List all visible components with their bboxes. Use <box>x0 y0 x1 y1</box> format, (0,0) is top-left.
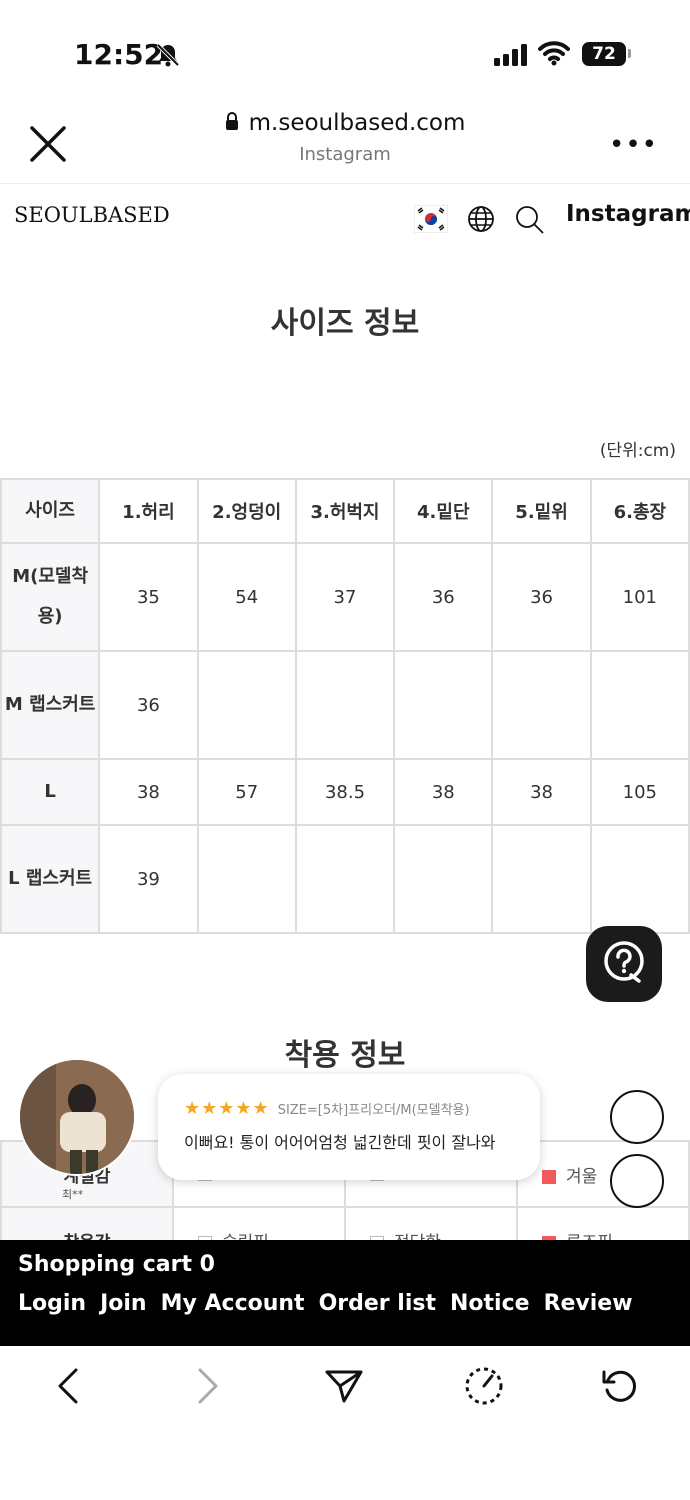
table-row: L 랩스커트 39 <box>0 824 690 934</box>
battery-tip <box>628 49 631 58</box>
site-header: SEOULBASED Instagram <box>0 185 690 253</box>
korean-flag-icon[interactable] <box>413 204 449 234</box>
browser-toolbar <box>0 1346 690 1426</box>
search-icon[interactable] <box>515 205 545 239</box>
reload-icon[interactable] <box>598 1364 642 1408</box>
lock-icon <box>225 110 239 136</box>
size-info-title: 사이즈 정보 <box>270 306 420 341</box>
review-link[interactable]: Review <box>544 1291 633 1316</box>
table-cell: 36 <box>393 542 494 652</box>
table-cell: L <box>0 758 101 826</box>
table-cell: 36 <box>491 542 592 652</box>
reviewer-avatar[interactable] <box>18 1058 136 1176</box>
battery-indicator: 72 <box>582 42 626 66</box>
table-cell <box>294 824 396 934</box>
table-header: 3.허벅지 <box>294 478 396 544</box>
table-cell: 38 <box>98 758 199 826</box>
table-cell <box>196 650 297 760</box>
checkbox-checked <box>542 1169 556 1184</box>
instagram-link[interactable]: Instagram <box>566 201 690 227</box>
table-header: 4.밑단 <box>393 478 494 544</box>
notice-link[interactable]: Notice <box>450 1291 530 1316</box>
table-cell: M(모델착용) <box>0 542 101 652</box>
table-cell: 101 <box>589 542 690 652</box>
table-row: M 랩스커트 36 <box>0 650 690 760</box>
address-bar[interactable]: m.seoulbased.com Instagram <box>0 110 690 165</box>
table-header-row: 사이즈 1.허리 2.엉덩이 3.허벅지 4.밑단 5.밑위 6.총장 <box>0 478 690 544</box>
login-link[interactable]: Login <box>18 1291 86 1316</box>
globe-icon[interactable] <box>467 205 495 237</box>
table-cell: 35 <box>98 542 199 652</box>
shopping-cart-link[interactable]: Shopping cart 0 <box>18 1252 672 1277</box>
status-time: 12:52 <box>74 38 164 71</box>
order-list-link[interactable]: Order list <box>319 1291 436 1316</box>
table-cell <box>196 824 297 934</box>
table-cell: 37 <box>294 542 396 652</box>
table-cell <box>491 824 592 934</box>
back-arrow-icon[interactable] <box>46 1364 90 1408</box>
table-header: 6.총장 <box>589 478 690 544</box>
floating-circle-button[interactable] <box>610 1154 664 1208</box>
help-chat-button[interactable] <box>586 926 662 1002</box>
table-header: 2.엉덩이 <box>196 478 297 544</box>
table-cell: M 랩스커트 <box>0 650 101 760</box>
review-popup[interactable]: ★★★★★ SIZE=[5차]프리오더/M(모델착용) 이뻐요! 통이 어어어엄… <box>158 1074 540 1180</box>
table-cell <box>393 824 494 934</box>
table-cell <box>393 650 494 760</box>
table-row: L 38 57 38.5 38 38 105 <box>0 758 690 826</box>
table-header: 1.허리 <box>98 478 199 544</box>
table-cell <box>589 824 690 934</box>
table-header: 사이즈 <box>0 478 101 544</box>
table-cell <box>294 650 396 760</box>
table-cell: 57 <box>196 758 297 826</box>
season-label: 겨울 <box>566 1166 598 1187</box>
table-cell: L 랩스커트 <box>0 824 101 934</box>
table-cell: 54 <box>196 542 297 652</box>
floating-circle-button[interactable] <box>610 1090 664 1144</box>
browser-header: m.seoulbased.com Instagram ••• <box>0 100 690 184</box>
share-send-icon[interactable] <box>322 1364 366 1408</box>
wifi-icon <box>538 40 570 70</box>
reviewer-name: 최** <box>62 1188 84 1201</box>
question-icon <box>601 939 647 989</box>
table-cell <box>589 650 690 760</box>
unit-label: (단위:cm) <box>599 441 676 461</box>
size-table: 사이즈 1.허리 2.엉덩이 3.허벅지 4.밑단 5.밑위 6.총장 M(모델… <box>0 478 690 934</box>
site-logo[interactable]: SEOULBASED <box>14 203 170 227</box>
timer-icon[interactable] <box>462 1364 506 1408</box>
table-cell: 39 <box>98 824 199 934</box>
table-cell <box>491 650 592 760</box>
my-account-link[interactable]: My Account <box>161 1291 305 1316</box>
forward-arrow-icon[interactable] <box>186 1364 230 1408</box>
status-bar: 12:52 72 <box>0 0 690 100</box>
url-text: m.seoulbased.com <box>248 110 466 136</box>
site-footer: Shopping cart 0 Login Join My Account Or… <box>0 1240 690 1346</box>
table-cell: 38 <box>393 758 494 826</box>
rating-stars: ★★★★★ <box>184 1098 270 1119</box>
more-options-button[interactable]: ••• <box>609 130 658 160</box>
url-source: Instagram <box>299 144 391 165</box>
join-link[interactable]: Join <box>100 1291 147 1316</box>
bell-muted-icon <box>155 42 181 72</box>
table-row: M(모델착용) 35 54 37 36 36 101 <box>0 542 690 652</box>
table-cell: 38.5 <box>294 758 396 826</box>
table-cell: 38 <box>491 758 592 826</box>
table-cell: 105 <box>589 758 690 826</box>
table-cell: 36 <box>98 650 199 760</box>
table-header: 5.밑위 <box>491 478 592 544</box>
cellular-signal-icon <box>494 44 528 70</box>
review-text: 이뻐요! 통이 어어어엄청 넓긴한데 핏이 잘나와 <box>184 1133 496 1152</box>
review-option: SIZE=[5차]프리오더/M(모델착용) <box>277 1103 470 1118</box>
